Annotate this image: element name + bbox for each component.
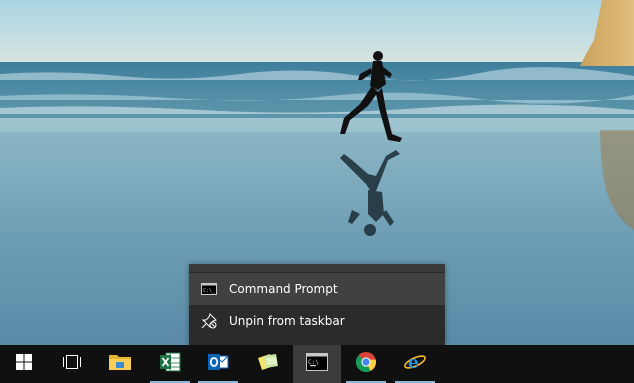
outlook-icon [207,352,229,376]
taskbar-app-command-prompt[interactable]: C:\ [293,345,341,383]
taskbar-app-file-explorer[interactable] [96,345,144,383]
taskbar-app-internet-explorer[interactable]: e [391,345,439,383]
taskbar-app-chrome[interactable] [342,345,390,383]
taskbar: C:\ e [0,345,634,383]
command-prompt-icon: C:\_ [189,273,229,305]
internet-explorer-icon: e [403,351,427,377]
task-view-icon [62,354,82,374]
jump-list-header [189,264,445,272]
start-button[interactable] [0,345,48,383]
taskbar-jump-list: C:\_ Command Prompt Unpin from taskbar [189,264,445,345]
excel-icon [159,352,181,376]
folder-icon [108,352,132,376]
menu-item-label: Command Prompt [229,282,338,296]
svg-text:C:\_: C:\_ [203,288,216,294]
svg-text:e: e [408,353,419,373]
sticky-notes-icon [256,352,280,376]
taskbar-app-outlook[interactable] [194,345,242,383]
taskbar-app-sticky-notes[interactable] [244,345,292,383]
chrome-icon [355,351,377,377]
command-prompt-icon: C:\ [306,353,328,375]
windows-logo-icon [16,354,32,374]
unpin-icon [189,305,229,337]
taskbar-app-excel[interactable] [146,345,194,383]
menu-item-label: Unpin from taskbar [229,314,345,328]
menu-item-unpin-from-taskbar[interactable]: Unpin from taskbar [189,305,445,337]
svg-text:C:\: C:\ [308,359,319,366]
menu-item-command-prompt[interactable]: C:\_ Command Prompt [189,273,445,305]
task-view-button[interactable] [48,345,96,383]
